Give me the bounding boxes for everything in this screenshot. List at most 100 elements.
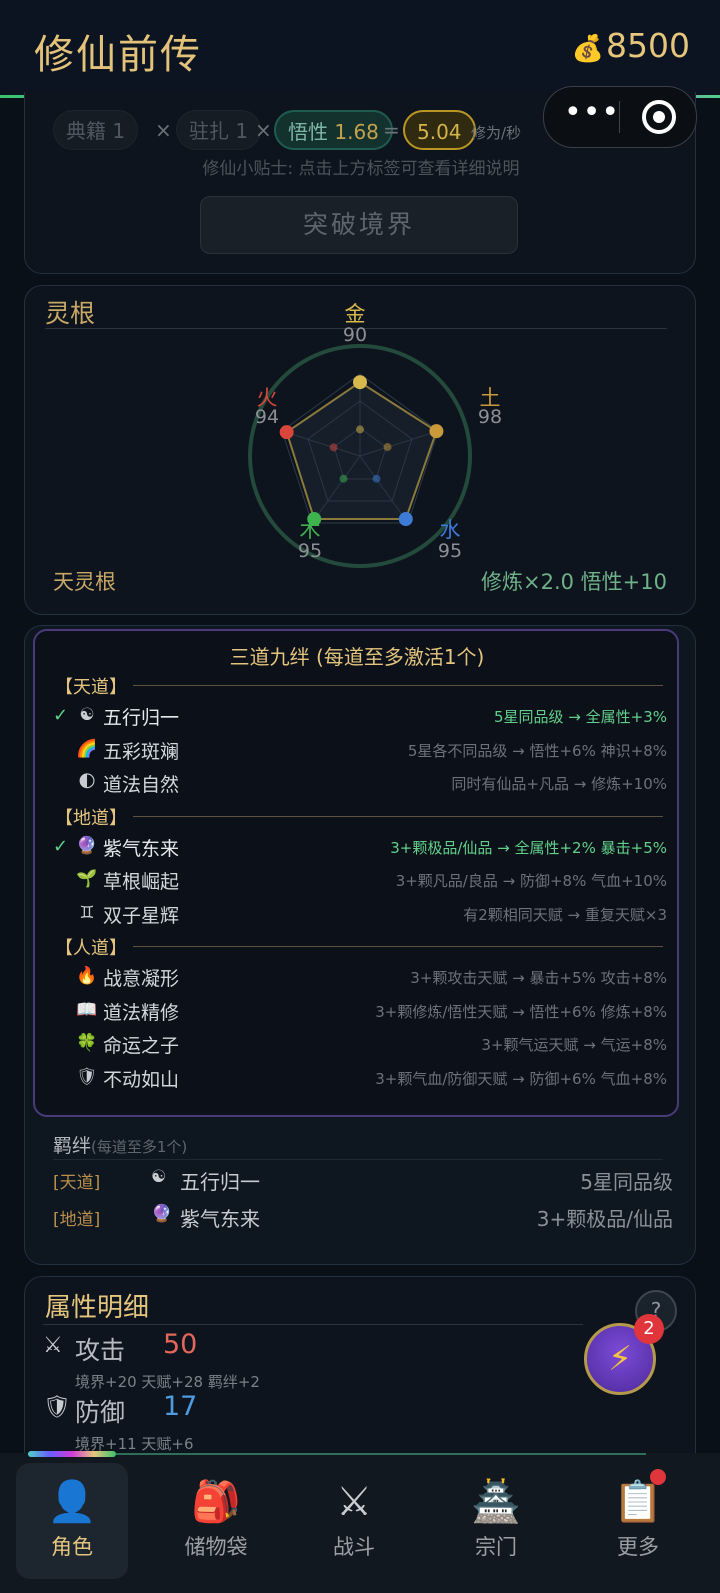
coin-balance[interactable]: 💰8500 bbox=[572, 26, 690, 65]
bond-group-line bbox=[133, 685, 663, 686]
bond-icon: 🌓 bbox=[78, 772, 96, 792]
notification-dot bbox=[650, 1469, 666, 1485]
spirit-root-title: 灵根 bbox=[45, 299, 96, 328]
zhuzha-tag[interactable]: 驻扎 1 bbox=[176, 110, 262, 150]
more-icon[interactable]: ••• bbox=[564, 95, 620, 130]
active-bond-name: 紫气东来 bbox=[180, 1207, 260, 1231]
bond-desc: 3+颗气运天赋 → 气运+8% bbox=[481, 1036, 667, 1054]
bond-row[interactable]: 🔥 战意凝形 3+颗攻击天赋 → 暴击+5% 攻击+8% bbox=[35, 964, 679, 996]
bond-name: 草根崛起 bbox=[103, 871, 180, 893]
radar-inner-point-3 bbox=[339, 474, 348, 483]
radar-inner-point-0 bbox=[356, 425, 364, 434]
coin-count: 8500 bbox=[606, 26, 690, 65]
result-tag[interactable]: 5.04 bbox=[403, 110, 476, 150]
bonds-panel: 三道九绊 (每道至多激活1个) 【天道】 ✓ ☯ 五行归一 5星同品级 → 全属性+3%… bbox=[33, 629, 679, 1117]
radar-inner-point-1 bbox=[383, 443, 392, 452]
bond-name: 命运之子 bbox=[103, 1035, 180, 1057]
radar-value-0: 90 bbox=[342, 324, 368, 346]
active-bond-row[interactable]: [地道] 🔮 紫气东来 3+颗极品/仙品 bbox=[53, 1203, 673, 1235]
rate-unit: 修为/秒 bbox=[471, 124, 522, 142]
bond-group-header: 【地道】 bbox=[55, 807, 127, 829]
check-icon: ✓ bbox=[53, 835, 69, 857]
radar-point-1 bbox=[429, 424, 444, 439]
active-bond-icon: 🔮 bbox=[151, 1204, 173, 1224]
active-bonds-subtitle: (每道至多1个) bbox=[91, 1138, 188, 1156]
nav-item-1[interactable]: 🎒 储物袋 bbox=[160, 1463, 272, 1579]
attribute-row: 🛡 防御 17 境界+11 天赋+6 bbox=[43, 1391, 343, 1459]
active-bond-row[interactable]: [天道] ☯ 五行归一 5星同品级 bbox=[53, 1166, 673, 1198]
nav-item-4[interactable]: 📋 更多 bbox=[582, 1463, 694, 1579]
bond-desc: 5星同品级 → 全属性+3% bbox=[493, 708, 667, 726]
active-bond-condition: 3+颗极品/仙品 bbox=[536, 1207, 673, 1231]
attribute-name: 防御 bbox=[75, 1398, 126, 1427]
radar-point-2 bbox=[398, 512, 413, 527]
bond-name: 不动如山 bbox=[103, 1068, 180, 1091]
wuxing-tag[interactable]: 悟性 1.68 bbox=[274, 110, 393, 150]
bond-group-header: 【人道】 bbox=[55, 938, 127, 959]
wuxing-label: 悟性 bbox=[288, 120, 328, 144]
times-sign: × bbox=[155, 118, 172, 142]
radar-value-2: 95 bbox=[437, 540, 463, 562]
bond-icon: 📖 bbox=[76, 999, 98, 1020]
nav-icon: 📋 bbox=[613, 1479, 663, 1525]
radar-inner-point-2 bbox=[372, 474, 381, 483]
bond-row[interactable]: 🍀 命运之子 3+颗气运天赋 → 气运+8% bbox=[35, 1031, 679, 1063]
bond-row[interactable]: ✓ 🔮 紫气东来 3+颗极品/仙品 → 全属性+2% 暴击+5% bbox=[35, 834, 679, 866]
radar-value-shape bbox=[285, 381, 438, 520]
active-bonds-divider bbox=[53, 1159, 663, 1160]
bond-desc: 3+颗攻击天赋 → 暴击+5% 攻击+8% bbox=[410, 969, 667, 987]
radar-value-1: 98 bbox=[477, 406, 503, 428]
radar-inner-point-4 bbox=[329, 443, 338, 452]
active-bonds-title: 羁绊(每道至多1个) bbox=[53, 1131, 187, 1158]
active-bond-tag: [地道] bbox=[53, 1210, 101, 1230]
notification-badge: 2 bbox=[634, 1314, 664, 1344]
active-bond-tag: [天道] bbox=[53, 1173, 101, 1193]
bond-desc: 有2颗相同天赋 → 重复天赋×3 bbox=[463, 905, 667, 924]
nav-item-3[interactable]: 🏯 宗门 bbox=[440, 1463, 552, 1579]
lightning-icon: ⚡ bbox=[608, 1339, 632, 1379]
bond-row[interactable]: 🛡 不动如山 3+颗气血/防御天赋 → 防御+6% 气血+8% bbox=[35, 1065, 679, 1097]
bond-row[interactable]: ✓ ☯ 五行归一 5星同品级 → 全属性+3% bbox=[35, 703, 679, 735]
app-title: 修仙前传 bbox=[34, 32, 202, 78]
close-target-icon[interactable] bbox=[642, 100, 676, 134]
bond-row[interactable]: 📖 道法精修 3+颗修炼/悟性天赋 → 悟性+6% 修炼+8% bbox=[35, 998, 679, 1030]
active-bond-condition: 5星同品级 bbox=[580, 1170, 673, 1194]
bond-icon: 🔮 bbox=[76, 835, 98, 856]
attribute-row: ⚔ 攻击 50 境界+20 天赋+28 羁绊+2 bbox=[43, 1329, 343, 1397]
spirit-root-bonus: 修炼×2.0 悟性+10 bbox=[481, 570, 667, 594]
radar-value-3: 95 bbox=[297, 540, 323, 562]
wuxing-value: 1.68 bbox=[334, 120, 379, 144]
bond-name: 五彩斑斓 bbox=[103, 740, 180, 763]
attributes-title: 属性明细 bbox=[45, 1293, 150, 1323]
bond-desc: 3+颗气血/防御天赋 → 防御+6% 气血+8% bbox=[375, 1069, 667, 1088]
bond-icon: 🌈 bbox=[76, 738, 98, 759]
dianji-tag[interactable]: 典籍 1 bbox=[53, 110, 139, 150]
bonds-title: 三道九绊 (每道至多激活1个) bbox=[229, 645, 485, 669]
nav-item-0[interactable]: 👤 角色 bbox=[16, 1463, 128, 1579]
nav-progress-bar bbox=[28, 1451, 116, 1457]
bond-group-header: 【天道】 bbox=[55, 677, 127, 698]
radar-value-4: 94 bbox=[254, 406, 280, 428]
bond-icon: ☯ bbox=[79, 705, 95, 725]
spirit-root-card: 灵根 金 90 土 98 水 95 木 95 火 94 天灵根 修炼×2.0 悟性+10 bbox=[24, 285, 696, 615]
bonds-card: 三道九绊 (每道至多激活1个) 【天道】 ✓ ☯ 五行归一 5星同品级 → 全属性+3%… bbox=[24, 625, 696, 1265]
nav-label: 宗门 bbox=[475, 1535, 517, 1559]
nav-icon: ⚔ bbox=[336, 1479, 372, 1525]
radar-point-0 bbox=[353, 375, 367, 390]
bond-row[interactable]: 🌈 五彩斑斓 5星各不同品级 → 悟性+6% 神识+8% bbox=[35, 737, 679, 769]
bond-row[interactable]: 🌓 道法自然 同时有仙品+凡品 → 修炼+10% bbox=[35, 770, 679, 802]
bond-name: 战意凝形 bbox=[103, 968, 180, 990]
money-bag-icon: 💰 bbox=[571, 34, 605, 64]
bond-desc: 3+颗极品/仙品 → 全属性+2% 暴击+5% bbox=[390, 838, 667, 857]
bond-row[interactable]: 🌱 草根崛起 3+颗凡品/良品 → 防御+8% 气血+10% bbox=[35, 867, 679, 899]
bond-desc: 3+颗凡品/良品 → 防御+8% 气血+10% bbox=[395, 872, 667, 890]
nav-icon: 👤 bbox=[47, 1479, 97, 1525]
bond-icon: 🔥 bbox=[76, 966, 98, 986]
active-bonds-label: 羁绊 bbox=[53, 1135, 92, 1157]
breakthrough-button[interactable]: 突破境界 bbox=[200, 196, 518, 254]
nav-item-2[interactable]: ⚔ 战斗 bbox=[298, 1463, 410, 1579]
bond-row[interactable]: ♊ 双子星辉 有2颗相同天赋 → 重复天赋×3 bbox=[35, 901, 679, 933]
mini-program-capsule: ••• bbox=[543, 86, 697, 148]
bond-icon: 🌱 bbox=[76, 869, 98, 889]
bond-icon: 🛡 bbox=[76, 1066, 98, 1087]
